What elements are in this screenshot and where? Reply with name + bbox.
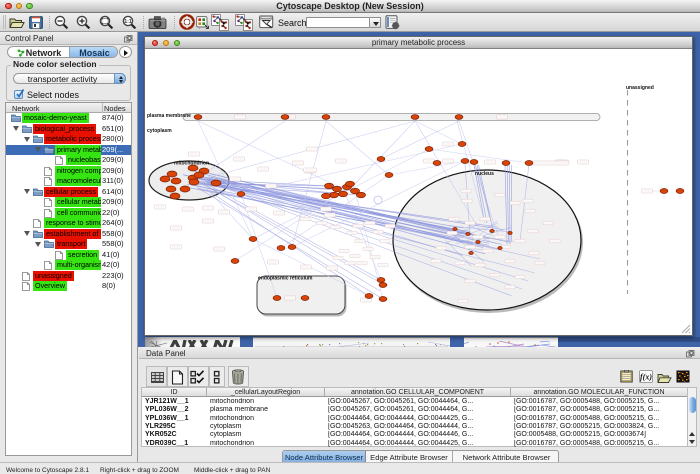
svg-text:nucleus: nucleus bbox=[475, 171, 494, 177]
svg-text:unassigned: unassigned bbox=[626, 85, 654, 91]
svg-text:endoplasmic reticulum: endoplasmic reticulum bbox=[258, 276, 313, 282]
svg-text:plasma membrane: plasma membrane bbox=[147, 113, 191, 119]
svg-text:cytoplasm: cytoplasm bbox=[147, 128, 172, 134]
svg-text:1:1: 1:1 bbox=[124, 19, 132, 25]
svg-text:f(x): f(x) bbox=[640, 372, 652, 381]
svg-text:mitochondrion: mitochondrion bbox=[174, 161, 209, 167]
